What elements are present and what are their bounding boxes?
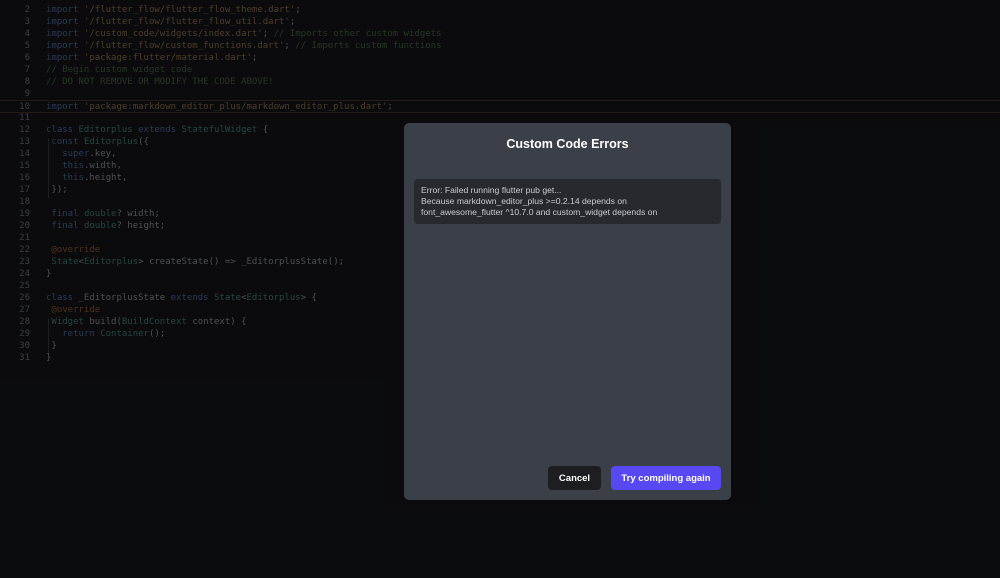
custom-code-errors-dialog: Custom Code Errors Error: Failed running… [404,123,731,500]
error-line: Because markdown_editor_plus >=0.2.14 de… [421,196,627,206]
error-line: Error: Failed running flutter pub get... [421,185,562,195]
error-message-box[interactable]: Error: Failed running flutter pub get...… [414,179,721,224]
error-line: font_awesome_flutter ^10.7.0 and custom_… [421,207,658,217]
dialog-title: Custom Code Errors [506,137,629,151]
cancel-button[interactable]: Cancel [548,466,601,490]
try-compiling-again-button[interactable]: Try compiling again [611,466,721,490]
